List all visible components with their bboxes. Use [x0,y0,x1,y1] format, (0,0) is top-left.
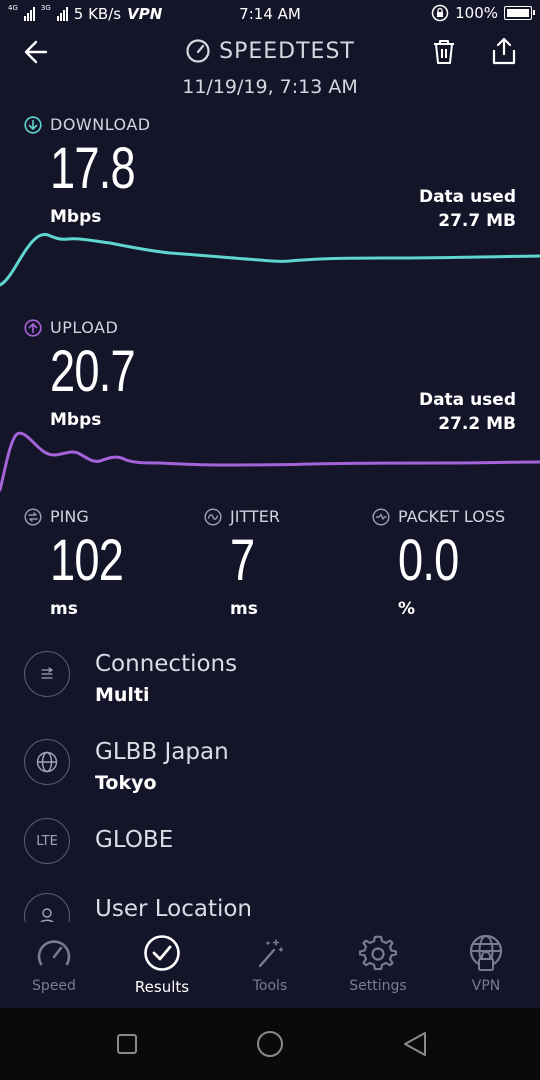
user-location-title: User Location [95,896,253,922]
speedometer-icon [186,39,210,63]
jitter-value: 7 [230,528,255,593]
status-right: 100% [431,4,535,22]
battery-icon [504,6,535,20]
upload-graph [0,431,540,492]
rotation-lock-icon [431,4,449,22]
connections-icon [24,651,70,697]
back-icon[interactable] [402,1030,428,1058]
download-label-text: DOWNLOAD [50,115,151,134]
speedometer-icon [37,940,71,966]
upload-value: 20.7 [50,339,136,404]
recent-apps-icon[interactable] [116,1033,138,1055]
magic-wand-icon [258,939,284,968]
globe-icon [24,739,70,785]
download-arrow-icon [24,115,42,134]
carrier-title: GLOBE [95,827,174,853]
title-text: SPEEDTEST [219,38,355,64]
download-label: DOWNLOAD [24,115,151,134]
upload-label: UPLOAD [24,318,118,337]
tab-settings-label: Settings [349,978,407,994]
ping-icon [24,507,42,526]
tab-results-label: Results [134,978,190,996]
jitter-icon [204,507,222,526]
checkmark-circle-icon [144,935,180,971]
vpn-globe-lock-icon [469,934,503,971]
tab-vpn-label: VPN [471,978,501,994]
packet-loss-unit: % [398,599,416,619]
packet-loss-icon [372,507,390,526]
jitter-unit: ms [230,599,258,619]
jitter-label-text: JITTER [230,507,280,526]
ping-label: PING [24,507,89,526]
upload-data-used-label: Data used [418,390,516,410]
jitter-label: JITTER [204,507,280,526]
ping-label-text: PING [50,507,89,526]
upload-label-text: UPLOAD [50,318,119,337]
packet-loss-value: 0.0 [398,528,459,593]
download-data-used-label: Data used [418,187,516,207]
trash-icon[interactable] [430,38,458,66]
connections-value: Multi [95,684,150,706]
home-icon[interactable] [256,1030,284,1058]
lte-icon: LTE [24,818,70,864]
ping-unit: ms [50,599,78,619]
gear-icon [359,935,397,971]
page-title: SPEEDTEST [0,38,540,64]
download-unit: Mbps [50,207,102,227]
connections-title: Connections [95,651,238,677]
upload-graph-line [0,431,540,492]
download-graph [0,233,540,287]
server-location: Tokyo [95,772,157,794]
download-graph-line [0,233,540,287]
packet-loss-label: PACKET LOSS [372,507,505,526]
test-date: 11/19/19, 7:13 AM [182,76,358,98]
packet-loss-label-text: PACKET LOSS [398,507,506,526]
upload-arrow-icon [24,318,42,337]
tab-speed-label: Speed [32,978,76,994]
lte-icon-text: LTE [36,833,58,849]
tab-tools-label: Tools [252,978,288,994]
server-title: GLBB Japan [95,739,229,765]
download-value: 17.8 [50,136,136,201]
share-icon[interactable] [490,36,518,66]
ping-value: 102 [50,528,124,593]
status-bar: 4G 3G 5 KB/s VPN 7:14 AM 100% [0,0,540,30]
battery-percent: 100% [455,4,498,22]
system-navigation-bar [0,1008,540,1080]
tab-bar: Speed Results Tools Settings VPN [0,922,540,1008]
